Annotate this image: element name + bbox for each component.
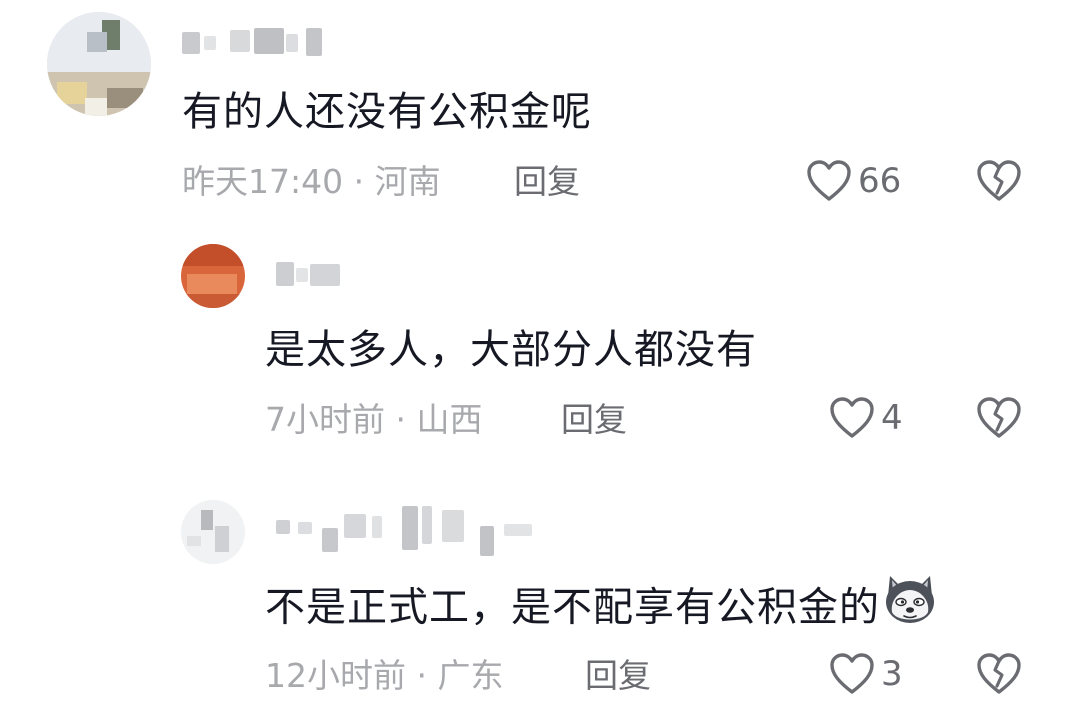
comment-text: 是太多人，大部分人都没有 [265, 327, 757, 373]
username-redacted[interactable] [276, 506, 546, 558]
comment-time: 昨天17:40 [182, 162, 344, 201]
comment-location: 河南 [374, 162, 441, 201]
broken-heart-icon [976, 397, 1022, 444]
avatar[interactable] [181, 500, 245, 564]
comment-time: 7小时前 [265, 400, 385, 439]
husky-dog-emoji [882, 574, 938, 637]
comment-meta: 昨天17:40 · 河南 [182, 162, 441, 202]
like-button[interactable]: 66 [806, 158, 901, 204]
heart-icon [829, 396, 875, 440]
comment-location: 广东 [437, 656, 504, 695]
like-count: 66 [858, 161, 902, 201]
comment-text: 不是正式工，是不配享有公积金的 [265, 576, 938, 641]
broken-heart-icon [976, 653, 1022, 700]
avatar[interactable] [47, 12, 151, 116]
avatar[interactable] [181, 244, 245, 308]
reply-comment-item: 是太多人，大部分人都没有 7小时前 · 山西 回复 4 [0, 230, 1080, 470]
reply-button[interactable]: 回复 [585, 656, 651, 696]
like-button[interactable]: 4 [829, 395, 903, 441]
comment-location: 山西 [416, 400, 483, 439]
dislike-button[interactable] [976, 396, 1022, 442]
meta-separator: · [385, 400, 417, 439]
heart-icon [806, 159, 852, 203]
comment-meta: 7小时前 · 山西 [265, 400, 482, 440]
comment-text: 有的人还没有公积金呢 [182, 89, 592, 135]
reply-comment-item: 不是正式工，是不配享有公积金的 12小时前 · 广东 回复 3 [0, 470, 1080, 707]
reply-button[interactable]: 回复 [561, 400, 627, 440]
dislike-button[interactable] [976, 652, 1022, 698]
meta-separator: · [343, 162, 375, 201]
like-count: 3 [881, 654, 903, 694]
comment-time: 12小时前 [265, 656, 406, 695]
comment-item: 有的人还没有公积金呢 昨天17:40 · 河南 回复 66 [0, 0, 1080, 230]
meta-separator: · [406, 656, 438, 695]
comment-meta: 12小时前 · 广东 [265, 656, 503, 696]
username-redacted[interactable] [276, 260, 346, 290]
reply-button[interactable]: 回复 [514, 162, 580, 202]
username-redacted[interactable] [182, 28, 332, 58]
broken-heart-icon [976, 160, 1022, 207]
dislike-button[interactable] [976, 159, 1022, 205]
like-button[interactable]: 3 [829, 651, 903, 697]
like-count: 4 [881, 398, 903, 438]
heart-icon [829, 652, 875, 696]
comment-text-content: 不是正式工，是不配享有公积金的 [265, 584, 880, 631]
